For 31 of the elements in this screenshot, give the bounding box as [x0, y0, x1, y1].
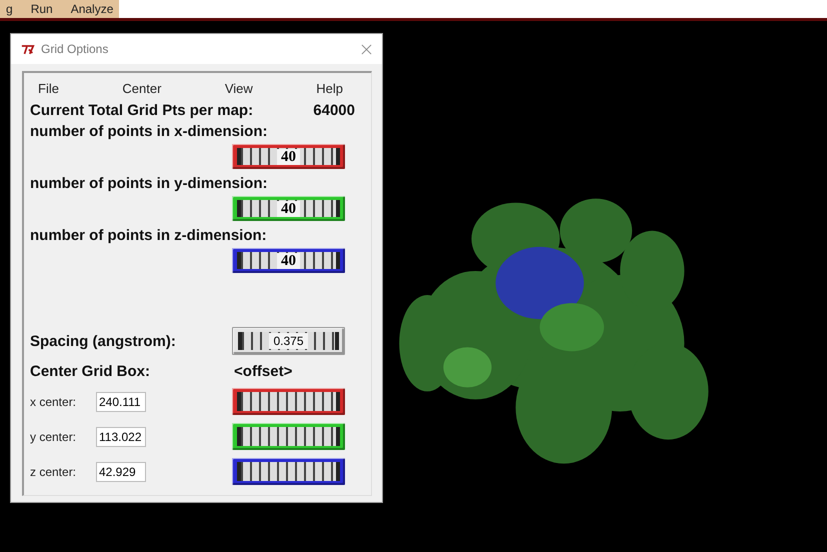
dial-control[interactable]	[232, 388, 345, 415]
section-heading: Center Grid Box:	[30, 363, 150, 380]
center-label: x center:	[30, 394, 78, 408]
dial-control[interactable]	[232, 423, 345, 450]
dimension-label: number of points in y-dimension:	[30, 175, 268, 192]
window-title: Grid Options	[41, 42, 110, 56]
menu-item[interactable]: Run	[30, 1, 53, 17]
offset-label: <offset>	[234, 363, 292, 380]
close-icon[interactable]	[361, 44, 372, 54]
menu-item[interactable]: File	[38, 81, 59, 96]
total-label: Current Total Grid Pts per map:	[30, 102, 254, 119]
menu-item[interactable]: Help	[316, 81, 343, 96]
dimension-label: number of points in z-dimension:	[30, 227, 268, 244]
menu-item[interactable]: Analyze	[70, 1, 114, 17]
spacing-label: Spacing (angstrom):	[30, 332, 176, 350]
dial-control[interactable]: 40	[232, 144, 345, 169]
dial-control[interactable]	[232, 458, 345, 485]
menu-item[interactable]: g	[6, 1, 13, 17]
center-label: z center:	[30, 464, 78, 478]
input-field[interactable]: 42.929	[96, 462, 146, 482]
feather-icon	[21, 44, 35, 54]
dial-control[interactable]: 0.375	[232, 327, 345, 355]
dial-control[interactable]: 40	[232, 248, 345, 273]
input-field[interactable]: 113.022	[96, 426, 146, 446]
menu-item[interactable]: View	[224, 81, 253, 96]
input-field[interactable]: 240.111	[96, 392, 146, 412]
total-value: 64000	[313, 102, 355, 119]
dimension-label: number of points in x-dimension:	[30, 123, 268, 140]
menu-item[interactable]: Center	[122, 81, 162, 96]
center-label: y center:	[30, 430, 78, 444]
dial-control[interactable]: 40	[232, 196, 345, 221]
